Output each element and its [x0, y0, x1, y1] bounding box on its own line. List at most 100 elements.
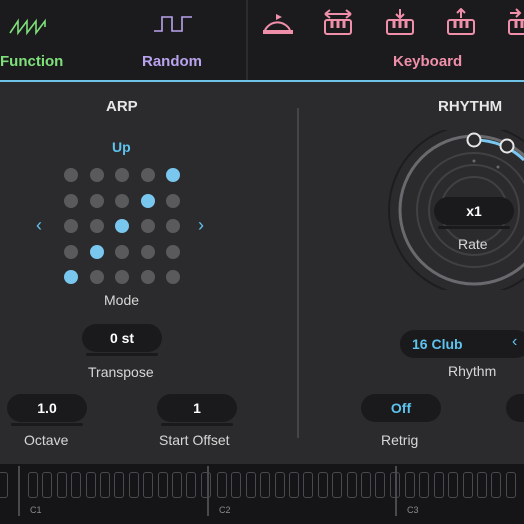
mode-label: Mode	[104, 292, 140, 308]
arp-dot-active[interactable]	[64, 270, 78, 284]
arc-arrow-icon[interactable]	[260, 8, 296, 36]
piano-key[interactable]	[71, 472, 82, 498]
octave-divider	[207, 466, 209, 516]
piano-key[interactable]	[143, 472, 154, 498]
piano-key[interactable]	[375, 472, 386, 498]
chevron-left-icon[interactable]: ‹	[36, 215, 42, 236]
piano-key[interactable]	[433, 472, 444, 498]
arp-dot-active[interactable]	[115, 219, 129, 233]
octave-label: C3	[407, 505, 419, 515]
piano-key[interactable]	[157, 472, 168, 498]
piano-key[interactable]	[361, 472, 371, 498]
arp-dot[interactable]	[89, 270, 104, 284]
piano-key[interactable]	[100, 472, 110, 498]
piano-key[interactable]	[85, 472, 96, 498]
piano-key[interactable]	[303, 472, 314, 498]
start-offset-label: Start Offset	[159, 432, 230, 448]
piano-key[interactable]	[332, 472, 343, 498]
keys-down-icon[interactable]	[384, 8, 416, 36]
piano-key[interactable]	[172, 472, 182, 498]
panel-divider	[297, 108, 299, 438]
arp-dot-active[interactable]	[89, 244, 104, 259]
arp-dot-active[interactable]	[166, 168, 180, 182]
arp-dot[interactable]	[89, 193, 104, 208]
piano-key[interactable]	[0, 472, 8, 498]
square-wave-icon[interactable]	[152, 12, 196, 34]
piano-key[interactable]	[245, 472, 256, 498]
piano-key[interactable]	[186, 472, 197, 498]
wave-icon[interactable]	[8, 12, 52, 36]
arp-dot[interactable]	[140, 168, 155, 182]
piano-key[interactable]	[317, 472, 328, 498]
piano-key[interactable]	[128, 472, 139, 498]
arp-dot[interactable]	[115, 168, 129, 182]
piano-key[interactable]	[491, 472, 502, 498]
rate-value[interactable]: x1	[434, 197, 514, 225]
rhythm-label: Rhythm	[448, 363, 497, 379]
piano-key[interactable]	[217, 472, 227, 498]
piano-key[interactable]	[42, 472, 53, 498]
piano-key[interactable]	[462, 472, 473, 498]
start-offset-underline	[161, 423, 233, 426]
arp-mode-grid[interactable]	[64, 168, 182, 286]
piano-key[interactable]	[260, 472, 271, 498]
tab-random[interactable]: Random	[142, 53, 202, 70]
transpose-underline	[86, 353, 158, 356]
arp-title: ARP	[106, 98, 138, 115]
piano-key[interactable]	[448, 472, 459, 498]
arp-dot[interactable]	[115, 193, 129, 208]
arp-direction[interactable]: Up	[112, 139, 131, 155]
active-tab-underline	[0, 80, 524, 82]
piano-key[interactable]	[405, 472, 415, 498]
keys-right-icon[interactable]	[506, 8, 524, 36]
piano-key[interactable]	[56, 472, 67, 498]
top-bar-divider	[246, 0, 248, 80]
arp-dot[interactable]	[64, 168, 78, 182]
octave-divider	[18, 466, 20, 516]
arp-dot[interactable]	[166, 193, 180, 208]
arp-dot[interactable]	[89, 168, 104, 182]
expand-keys-icon[interactable]	[322, 8, 354, 36]
rate-underline	[438, 226, 510, 229]
arp-dot[interactable]	[89, 219, 104, 233]
arp-dot[interactable]	[115, 270, 129, 284]
retrig-value[interactable]: Off	[361, 394, 441, 422]
arp-dot[interactable]	[140, 244, 155, 259]
piano-key[interactable]	[289, 472, 299, 498]
piano-key[interactable]	[231, 472, 242, 498]
piano-key[interactable]	[346, 472, 357, 498]
transpose-label: Transpose	[88, 364, 154, 380]
tab-function[interactable]: Function	[0, 53, 63, 70]
arp-dot[interactable]	[166, 244, 180, 259]
arp-dot[interactable]	[166, 219, 180, 233]
arp-dot[interactable]	[64, 193, 78, 208]
piano-key[interactable]	[274, 472, 285, 498]
octave-label: C2	[219, 505, 231, 515]
keys-up-icon[interactable]	[445, 8, 477, 36]
arp-dot-active[interactable]	[140, 193, 155, 208]
piano-key[interactable]	[419, 472, 430, 498]
piano-key[interactable]	[28, 472, 38, 498]
octave-underline	[11, 423, 83, 426]
arp-dot[interactable]	[140, 270, 155, 284]
arp-dot[interactable]	[166, 270, 180, 284]
rhythm-selector[interactable]: 16 Club	[400, 330, 524, 358]
arp-dot[interactable]	[115, 244, 129, 259]
piano-key[interactable]	[200, 472, 211, 498]
piano-key[interactable]	[505, 472, 516, 498]
next-toggle[interactable]	[506, 394, 524, 422]
start-offset-value[interactable]: 1	[157, 394, 237, 422]
octave-divider	[395, 466, 397, 516]
arp-dot[interactable]	[64, 219, 78, 233]
rhythm-title: RHYTHM	[438, 98, 503, 115]
piano-key[interactable]	[114, 472, 125, 498]
arp-dot[interactable]	[140, 219, 155, 233]
chevron-right-icon[interactable]: ›	[198, 215, 204, 236]
arp-dot[interactable]	[64, 244, 78, 259]
transpose-value[interactable]: 0 st	[82, 324, 162, 352]
octave-label: C1	[30, 505, 42, 515]
tab-keyboard[interactable]: Keyboard	[393, 53, 462, 70]
octave-value[interactable]: 1.0	[7, 394, 87, 422]
piano-key[interactable]	[477, 472, 487, 498]
chevron-left-icon[interactable]: ‹	[512, 333, 517, 351]
